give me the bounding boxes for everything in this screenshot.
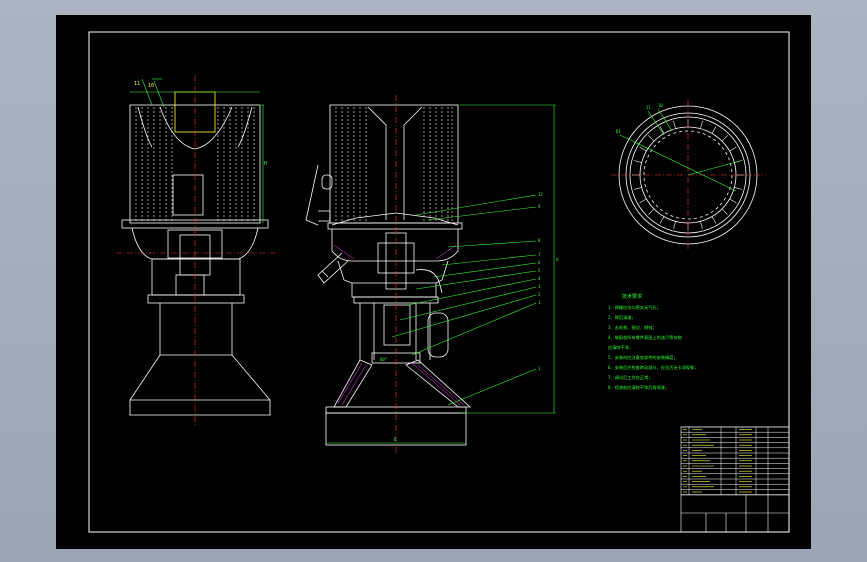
- svg-text:6: 6: [538, 260, 541, 265]
- leader-lines: [326, 104, 556, 444]
- parts-list-text: [683, 429, 752, 493]
- section-view: [305, 104, 472, 446]
- svg-text:12: 12: [538, 192, 543, 197]
- front-view-centerlines: [116, 75, 276, 425]
- svg-text:7: 7: [538, 252, 541, 257]
- svg-text:3: 3: [538, 284, 541, 289]
- note-item: 1、焊缝应均匀密实无气孔；: [608, 304, 661, 311]
- svg-text:10: 10: [658, 103, 663, 108]
- svg-text:1: 1: [538, 300, 541, 305]
- note-item: 6、安装后应检查转动部分，应灵活无卡滞现象；: [608, 364, 698, 371]
- note-item: 3、去毛刺、锐边、倒钝；: [608, 324, 657, 331]
- technical-notes: 技术要求 1、焊缝应均匀密实无气孔； 2、焊后清渣； 3、去毛刺、锐边、倒钝； …: [608, 293, 698, 391]
- top-plan-labels: D1 11 10: [616, 103, 663, 134]
- svg-text:10: 10: [148, 83, 154, 89]
- note-item: 5、安装时应注意各部件的安装精度；: [608, 354, 678, 361]
- svg-text:1: 1: [538, 366, 541, 371]
- leader-labels: 12 9 8 7 6 5 4 3 2 1 1 H D 60°: [380, 192, 559, 442]
- svg-text:4: 4: [538, 276, 541, 281]
- top-plan-dimensions: [619, 108, 741, 192]
- note-item: 应清除干净；: [608, 344, 633, 351]
- front-elevation-view: [121, 91, 271, 416]
- svg-text:D: D: [394, 437, 397, 442]
- top-plan-centerlines: [611, 100, 766, 251]
- svg-text:60°: 60°: [380, 357, 387, 362]
- svg-text:5: 5: [538, 268, 541, 273]
- svg-text:11: 11: [134, 81, 140, 87]
- svg-text:11: 11: [646, 105, 651, 110]
- front-view-dimensions: [130, 78, 264, 223]
- drawing-sheet: 11 10 H 12 9 8 7 6 5 4 3 2 1 1 H D 60° D…: [56, 15, 811, 549]
- note-item: 4、装配前所有零件表面上的油污等杂物: [608, 334, 682, 341]
- svg-text:8: 8: [538, 238, 541, 243]
- cad-viewport[interactable]: 11 10 H 12 9 8 7 6 5 4 3 2 1 1 H D 60° D…: [0, 0, 867, 562]
- svg-text:D1: D1: [616, 129, 621, 134]
- drawing-canvas: 11 10 H 129 87 65 43 21 1 H D 60° D1 11 …: [88, 31, 790, 533]
- note-item: 8、喷漆前应清除干净后再喷漆。: [608, 384, 669, 391]
- svg-text:2: 2: [538, 292, 541, 297]
- note-item: 2、焊后清渣；: [608, 314, 636, 321]
- svg-text:9: 9: [538, 204, 541, 209]
- notes-title: 技术要求: [622, 293, 642, 300]
- note-item: 7、调试后工作应正常；: [608, 374, 652, 381]
- section-hatching: [333, 244, 465, 406]
- svg-text:H: H: [556, 257, 559, 262]
- svg-text:H: H: [264, 161, 267, 167]
